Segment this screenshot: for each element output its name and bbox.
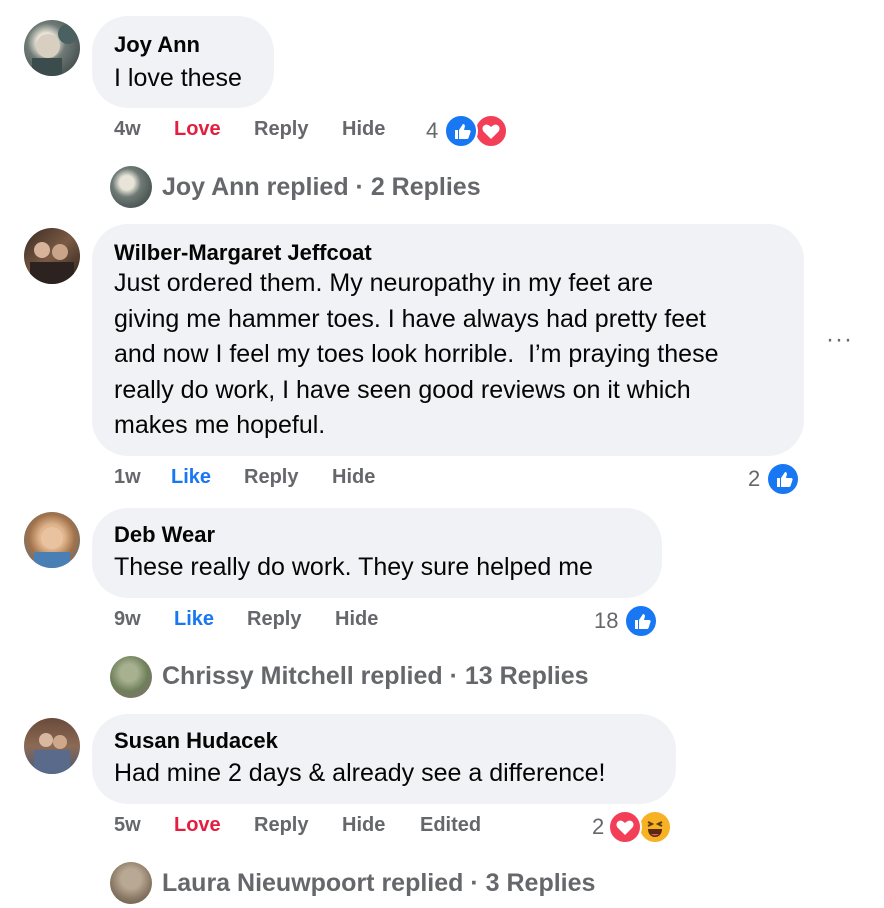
reply-avatar <box>110 862 152 904</box>
comment-time[interactable]: 5w <box>114 814 141 837</box>
avatar-image <box>34 527 70 568</box>
comment-text-line: really do work, I have seen good reviews… <box>114 375 691 404</box>
love-icon <box>474 114 508 148</box>
reply-button[interactable]: Reply <box>244 466 298 489</box>
reply-avatar <box>110 166 152 208</box>
comment-text-line: makes me hopeful. <box>114 411 326 439</box>
love-icon <box>608 810 642 844</box>
like-icon <box>766 462 800 496</box>
avatar-deb-wear[interactable] <box>24 512 80 568</box>
comment-time[interactable]: 4w <box>114 118 141 141</box>
reply-button[interactable]: Reply <box>247 608 301 631</box>
comment-time[interactable]: 1w <box>114 466 141 489</box>
reply-avatar <box>110 656 152 698</box>
comment-text: These really do work. They sure helped m… <box>114 553 593 581</box>
comment-time[interactable]: 9w <box>114 608 141 631</box>
reaction-count: 4 <box>426 118 439 143</box>
comment-author[interactable]: Susan Hudacek <box>114 728 278 754</box>
avatar-image <box>32 24 78 76</box>
edited-label[interactable]: Edited <box>420 814 481 837</box>
reaction-count: 18 <box>594 608 619 633</box>
reaction-count: 2 <box>748 466 761 491</box>
avatar-image <box>34 733 70 774</box>
hide-button[interactable]: Hide <box>342 118 385 141</box>
reply-button[interactable]: Reply <box>254 118 308 141</box>
hide-button[interactable]: Hide <box>335 608 378 631</box>
comment-text: Had mine 2 days & already see a differen… <box>114 759 606 787</box>
comment-author[interactable]: Wilber-Margaret Jeffcoat <box>114 240 372 266</box>
haha-icon <box>638 810 672 844</box>
like-action[interactable]: Like <box>174 608 214 631</box>
like-icon <box>444 114 478 148</box>
reply-thread-text: Laura Nieuwpoort replied · 3 Replies <box>162 869 596 897</box>
hide-button[interactable]: Hide <box>332 466 375 489</box>
comment-text-line: giving me hammer toes. I have always had… <box>114 304 706 333</box>
love-action[interactable]: Love <box>174 814 221 837</box>
comment-text: I love these <box>114 64 242 92</box>
avatar-susan-hudacek[interactable] <box>24 718 80 774</box>
comment-text-line: Just ordered them. My neuropathy in my f… <box>114 269 654 297</box>
love-action[interactable]: Love <box>174 118 221 141</box>
reply-thread-text: Chrissy Mitchell replied · 13 Replies <box>162 662 589 690</box>
comment-author[interactable]: Deb Wear <box>114 522 215 548</box>
comment-author[interactable]: Joy Ann <box>114 32 200 58</box>
avatar-image <box>30 242 74 284</box>
reply-button[interactable]: Reply <box>254 814 308 837</box>
like-icon <box>624 604 658 638</box>
avatar-wilber-margaret[interactable] <box>24 228 80 284</box>
reply-thread-text: Joy Ann replied · 2 Replies <box>162 173 481 201</box>
more-options-icon[interactable]: ··· <box>826 326 853 354</box>
hide-button[interactable]: Hide <box>342 814 385 837</box>
reaction-count: 2 <box>592 814 605 839</box>
comment-text-line: and now I feel my toes look horrible. I’… <box>114 340 719 368</box>
like-action[interactable]: Like <box>171 466 211 489</box>
avatar-joy-ann[interactable] <box>24 20 80 76</box>
